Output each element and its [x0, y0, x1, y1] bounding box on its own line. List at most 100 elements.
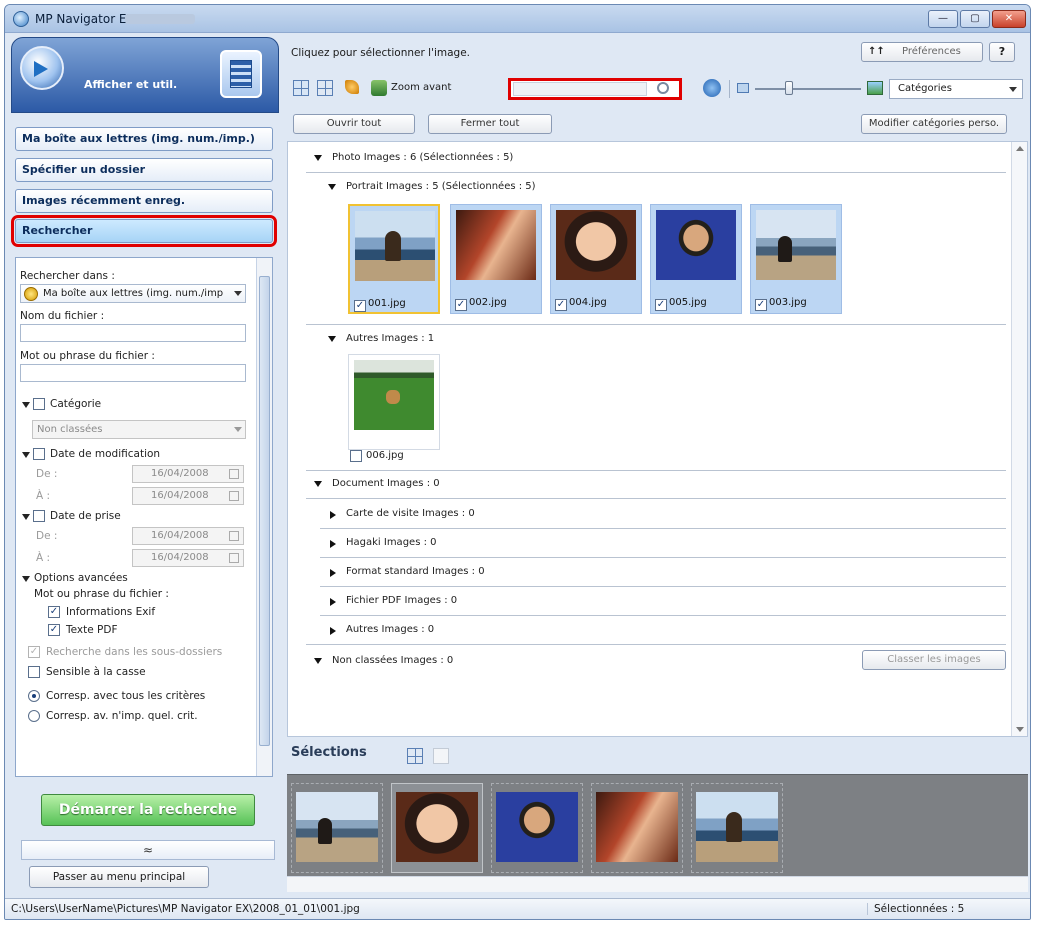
modified-from-date[interactable]: 16/04/2008 [132, 465, 244, 483]
selected-thumbnail[interactable] [691, 783, 783, 873]
thumbnail-view-icon[interactable] [293, 80, 309, 96]
taken-from-date[interactable]: 16/04/2008 [132, 527, 244, 545]
collapse-taken-icon[interactable] [22, 514, 30, 520]
minimize-button[interactable]: — [928, 10, 958, 28]
match-all-radio[interactable] [28, 690, 40, 702]
expand-standard-icon[interactable] [330, 569, 336, 577]
calendar-icon [229, 491, 239, 501]
close-all-button[interactable]: Fermer tout [428, 114, 552, 134]
collapse-panel-button[interactable]: ≈ [21, 840, 275, 860]
pdf-text-checkbox[interactable]: ✓ [48, 624, 60, 636]
help-button[interactable]: ? [989, 42, 1015, 62]
taken-to-date[interactable]: 16/04/2008 [132, 549, 244, 567]
expand-pdf-icon[interactable] [330, 598, 336, 606]
match-any-radio[interactable] [28, 710, 40, 722]
quick-search-field[interactable] [508, 78, 682, 100]
left-panel: Afficher et util. Ma boîte aux lettres (… [11, 37, 279, 894]
preferences-button[interactable]: ↑↑ Préférences [861, 42, 983, 62]
expand-business-card-icon[interactable] [330, 511, 336, 519]
select-checkbox[interactable]: ✓ [655, 299, 667, 311]
select-checkbox[interactable]: ✓ [354, 300, 366, 312]
photo-image [756, 210, 836, 280]
select-checkbox[interactable]: ✓ [555, 299, 567, 311]
small-thumbnail-icon[interactable] [737, 83, 749, 93]
category-scrollbar[interactable] [1011, 142, 1027, 736]
doc-others-group[interactable]: Autres Images : 0 [346, 624, 434, 635]
collapse-portrait-icon[interactable] [328, 184, 336, 190]
hagaki-group[interactable]: Hagaki Images : 0 [346, 537, 437, 548]
maximize-button[interactable]: ▢ [960, 10, 990, 28]
close-button[interactable]: ✕ [992, 10, 1026, 28]
selected-thumbnail[interactable] [491, 783, 583, 873]
collapse-modified-icon[interactable] [22, 452, 30, 458]
nav-specify-folder[interactable]: Spécifier un dossier [15, 158, 273, 182]
start-search-button[interactable]: Démarrer la recherche [41, 794, 255, 826]
title-bar: MP Navigator EX — ▢ ✕ [5, 5, 1030, 33]
device-icon [220, 50, 262, 98]
search-in-label: Rechercher dans : [20, 270, 115, 282]
select-checkbox[interactable]: ✓ [455, 299, 467, 311]
modified-to-date[interactable]: 16/04/2008 [132, 487, 244, 505]
grid-view-icon[interactable] [317, 80, 333, 96]
large-thumbnail-icon[interactable] [867, 81, 883, 95]
taken-date-checkbox[interactable] [33, 510, 45, 522]
subfolders-checkbox[interactable]: ✓ [28, 646, 40, 658]
selected-thumbnail[interactable] [391, 783, 483, 873]
nav-search[interactable]: Rechercher [11, 215, 277, 247]
business-card-group[interactable]: Carte de visite Images : 0 [346, 508, 475, 519]
list-view-icon[interactable] [433, 748, 449, 764]
expand-doc-others-icon[interactable] [330, 627, 336, 635]
standard-format-group[interactable]: Format standard Images : 0 [346, 566, 485, 577]
quick-search-input[interactable] [513, 82, 647, 96]
selected-thumbnail[interactable] [591, 783, 683, 873]
case-sensitive-checkbox[interactable] [28, 666, 40, 678]
search-panel-scrollbar[interactable] [256, 258, 272, 776]
collapse-category-icon[interactable] [22, 402, 30, 408]
edit-categories-button[interactable]: Modifier catégories perso. [861, 114, 1007, 134]
collapse-advanced-icon[interactable] [22, 576, 30, 582]
edit-tool-icon[interactable] [345, 80, 359, 94]
thumbnail-001[interactable]: ✓ 001.jpg [348, 204, 440, 314]
collapse-document-icon[interactable] [314, 481, 322, 487]
collapse-photo-icon[interactable] [314, 155, 322, 161]
zoom-in-label[interactable]: Zoom avant [391, 82, 451, 93]
modified-date-checkbox[interactable] [33, 448, 45, 460]
thumbnail-005[interactable]: ✓ 005.jpg [650, 204, 742, 314]
thumbnail-006[interactable] [348, 354, 440, 450]
thumbnail-003[interactable]: ✓ 003.jpg [750, 204, 842, 314]
selection-scrollbar[interactable] [287, 876, 1028, 892]
calendar-icon [229, 469, 239, 479]
open-all-button[interactable]: Ouvrir tout [293, 114, 415, 134]
classify-images-button[interactable]: Classer les images [862, 650, 1006, 670]
category-select[interactable]: Non classées [32, 420, 246, 439]
refresh-icon[interactable] [703, 79, 721, 97]
nav-recent-images[interactable]: Images récemment enreg. [15, 189, 273, 213]
search-icon[interactable] [657, 82, 669, 94]
view-mode-select[interactable]: Catégories [889, 79, 1023, 99]
nav-mailbox[interactable]: Ma boîte aux lettres (img. num./imp.) [15, 127, 273, 151]
select-checkbox[interactable] [350, 450, 362, 462]
collapse-unclassified-icon[interactable] [314, 658, 322, 664]
category-checkbox[interactable] [33, 398, 45, 410]
photo-image [556, 210, 636, 280]
others-group-header: Autres Images : 1 [346, 333, 435, 344]
select-checkbox[interactable]: ✓ [755, 299, 767, 311]
grid-view-icon[interactable] [407, 748, 423, 764]
main-menu-button[interactable]: Passer au menu principal [29, 866, 209, 888]
exif-checkbox[interactable]: ✓ [48, 606, 60, 618]
navigator-logo-icon[interactable] [20, 46, 64, 90]
search-in-select[interactable]: Ma boîte aux lettres (img. num./imp [20, 284, 246, 303]
thumbnail-size-slider[interactable] [755, 81, 861, 95]
thumbnail-004[interactable]: ✓ 004.jpg [550, 204, 642, 314]
selected-thumbnail[interactable] [291, 783, 383, 873]
chevron-down-icon [234, 291, 242, 296]
chevron-down-icon [1009, 87, 1017, 92]
thumbnail-002[interactable]: ✓ 002.jpg [450, 204, 542, 314]
zoom-in-icon[interactable] [371, 80, 387, 96]
pdf-file-group[interactable]: Fichier PDF Images : 0 [346, 595, 457, 606]
phrase-input[interactable] [20, 364, 246, 382]
collapse-others-icon[interactable] [328, 336, 336, 342]
slider-knob[interactable] [785, 81, 793, 95]
expand-hagaki-icon[interactable] [330, 540, 336, 548]
filename-input[interactable] [20, 324, 246, 342]
